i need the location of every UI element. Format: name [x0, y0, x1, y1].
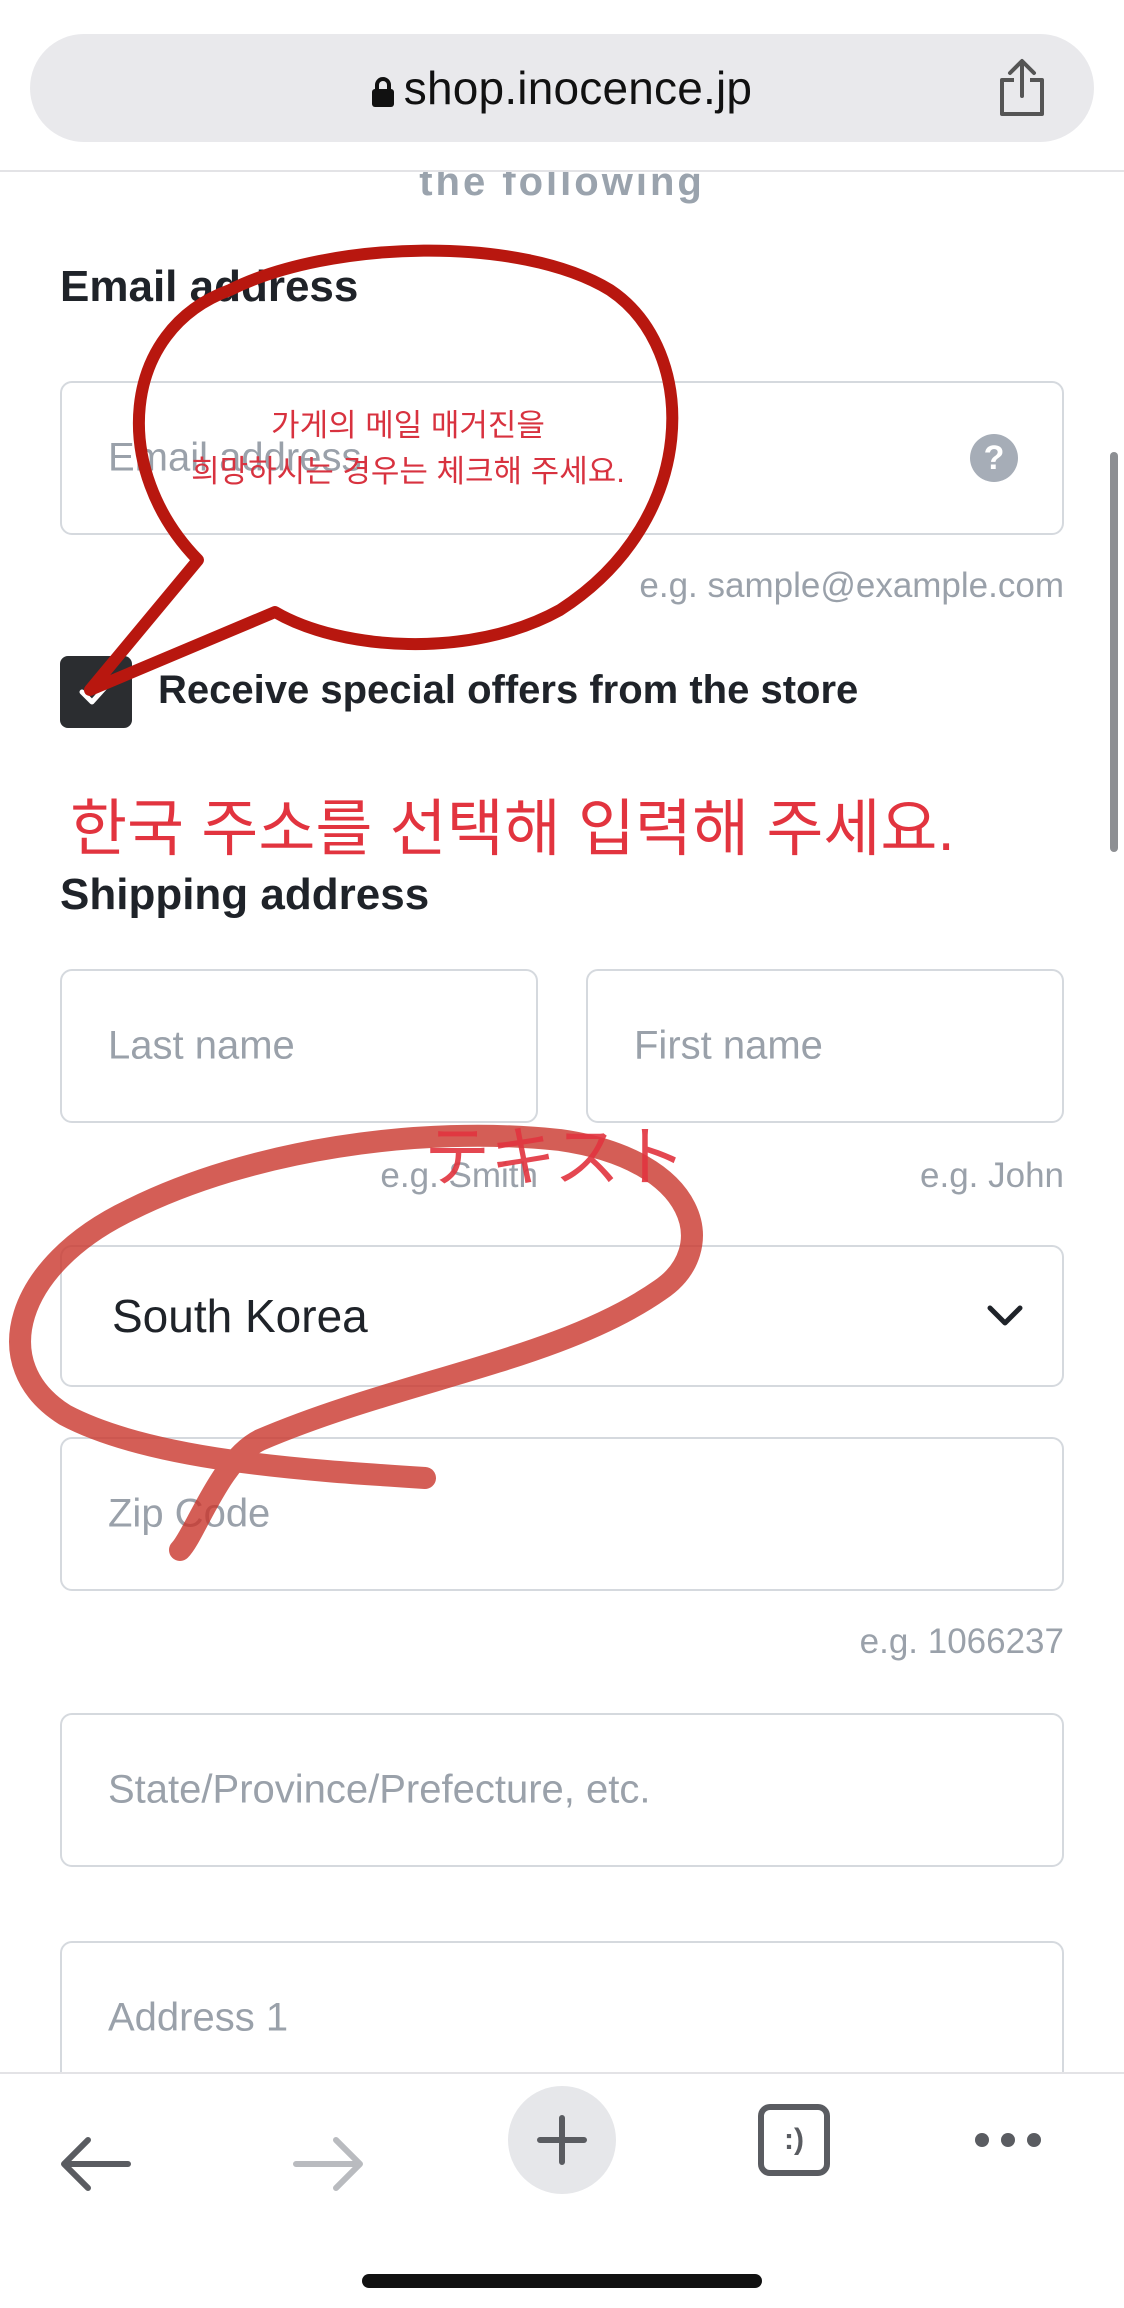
new-tab-button[interactable] — [508, 2086, 616, 2194]
back-arrow-icon[interactable] — [58, 2136, 132, 2192]
bubble-text-line1: 가게의 메일 매거진을 — [271, 408, 545, 443]
forward-arrow-icon[interactable] — [292, 2136, 366, 2192]
more-icon[interactable] — [972, 2126, 1044, 2154]
home-indicator — [362, 2274, 762, 2288]
plus-icon — [537, 2115, 587, 2165]
tabs-icon[interactable]: :) — [758, 2104, 830, 2176]
bubble-text-line2: 희망하시는 경우는 체크해 주세요. — [191, 454, 625, 489]
annotation-overlay — [9, 244, 703, 1561]
browser-toolbar: :) — [0, 2072, 1124, 2308]
hand-drawn-circle — [9, 1124, 703, 1561]
